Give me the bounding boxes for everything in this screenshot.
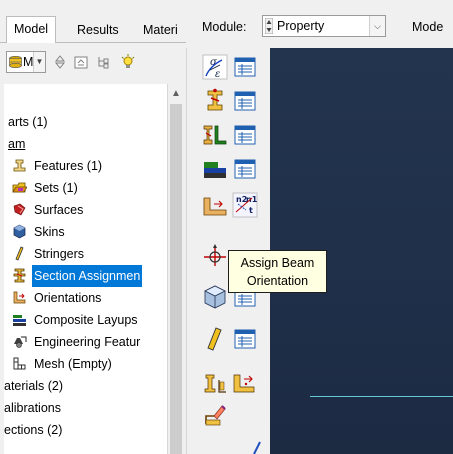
- features-icon: [13, 159, 26, 172]
- tooltip: Assign Beam Orientation: [228, 250, 327, 293]
- module-select-value: Property: [277, 19, 325, 33]
- model-label: Mode: [412, 20, 444, 34]
- model-select-value: M: [23, 55, 34, 69]
- model-tree-panel: Model Results Materi M ▼ arts (1) am Fea…: [0, 0, 186, 454]
- create-composite-layup-icon[interactable]: [202, 284, 228, 310]
- mesh-icon: [13, 357, 26, 370]
- collapse-tree-icon[interactable]: [73, 54, 89, 70]
- assign-rebar-reference-icon[interactable]: n2 n1 t: [232, 192, 258, 218]
- surfaces-icon: [13, 203, 26, 216]
- svg-text:t: t: [249, 206, 253, 215]
- stringers-icon: [15, 246, 24, 261]
- tree-toolbar: M ▼: [0, 48, 186, 78]
- module-label: Module:: [202, 20, 247, 34]
- context-toolbar: Module: Property ⌵ Mode: [186, 0, 453, 48]
- tooltip-line-1: Assign Beam: [240, 256, 315, 270]
- composite-layups-icon: [13, 315, 26, 326]
- chevron-down-icon[interactable]: ⌵: [369, 16, 385, 36]
- module-select[interactable]: Property ⌵: [262, 15, 386, 37]
- svg-text:ε: ε: [215, 69, 220, 80]
- create-section-icon[interactable]: [202, 88, 228, 114]
- create-profile-icon[interactable]: [202, 122, 228, 148]
- tab-results[interactable]: Results: [70, 18, 126, 42]
- edit-icon[interactable]: [202, 402, 228, 428]
- assign-material-orientation-icon[interactable]: [202, 192, 228, 218]
- skins-icon: [13, 224, 26, 239]
- profile-manager-icon[interactable]: [232, 122, 258, 148]
- assign-beam-orientation-icon[interactable]: [202, 242, 228, 268]
- create-material-icon[interactable]: σ ε: [202, 54, 228, 80]
- section-assignment-manager-icon[interactable]: [232, 156, 258, 182]
- sets-icon: [12, 182, 27, 193]
- skin-icon[interactable]: [202, 326, 228, 352]
- sort-updown-icon[interactable]: [52, 54, 68, 70]
- material-manager-icon[interactable]: [232, 54, 258, 80]
- special-inertia-icon[interactable]: [202, 370, 228, 396]
- section-assignment-icon: [13, 268, 26, 283]
- tree-filter-icon[interactable]: [96, 54, 112, 70]
- engineering-features-icon: [14, 336, 27, 348]
- orientations-icon: [13, 291, 26, 304]
- scroll-up-icon[interactable]: ▲: [171, 88, 181, 99]
- lightbulb-icon[interactable]: [120, 54, 136, 70]
- database-icon: [9, 56, 22, 68]
- beam-wire[interactable]: [310, 396, 453, 397]
- tab-materials[interactable]: Materi: [136, 18, 185, 42]
- assign-section-icon[interactable]: [202, 156, 228, 182]
- model-tree[interactable]: arts (1) am Features (1) Sets (1) Surfac…: [4, 84, 168, 454]
- tab-model[interactable]: Model: [6, 16, 57, 43]
- spinner-icon[interactable]: [265, 18, 273, 34]
- section-manager-icon[interactable]: [232, 88, 258, 114]
- model-select[interactable]: M ▼: [6, 51, 46, 73]
- tooltip-line-2: Orientation: [246, 274, 309, 288]
- scrollbar-thumb[interactable]: [170, 104, 182, 454]
- chevron-down-icon[interactable]: ▼: [33, 52, 45, 72]
- assign-springs-icon[interactable]: [232, 370, 258, 396]
- tree-scrollbar[interactable]: ▲: [168, 84, 184, 454]
- toolbox-divider: [186, 48, 187, 454]
- svg-text:n1: n1: [246, 195, 258, 204]
- skin-manager-icon[interactable]: [232, 326, 258, 352]
- arrow-icon[interactable]: [250, 440, 264, 454]
